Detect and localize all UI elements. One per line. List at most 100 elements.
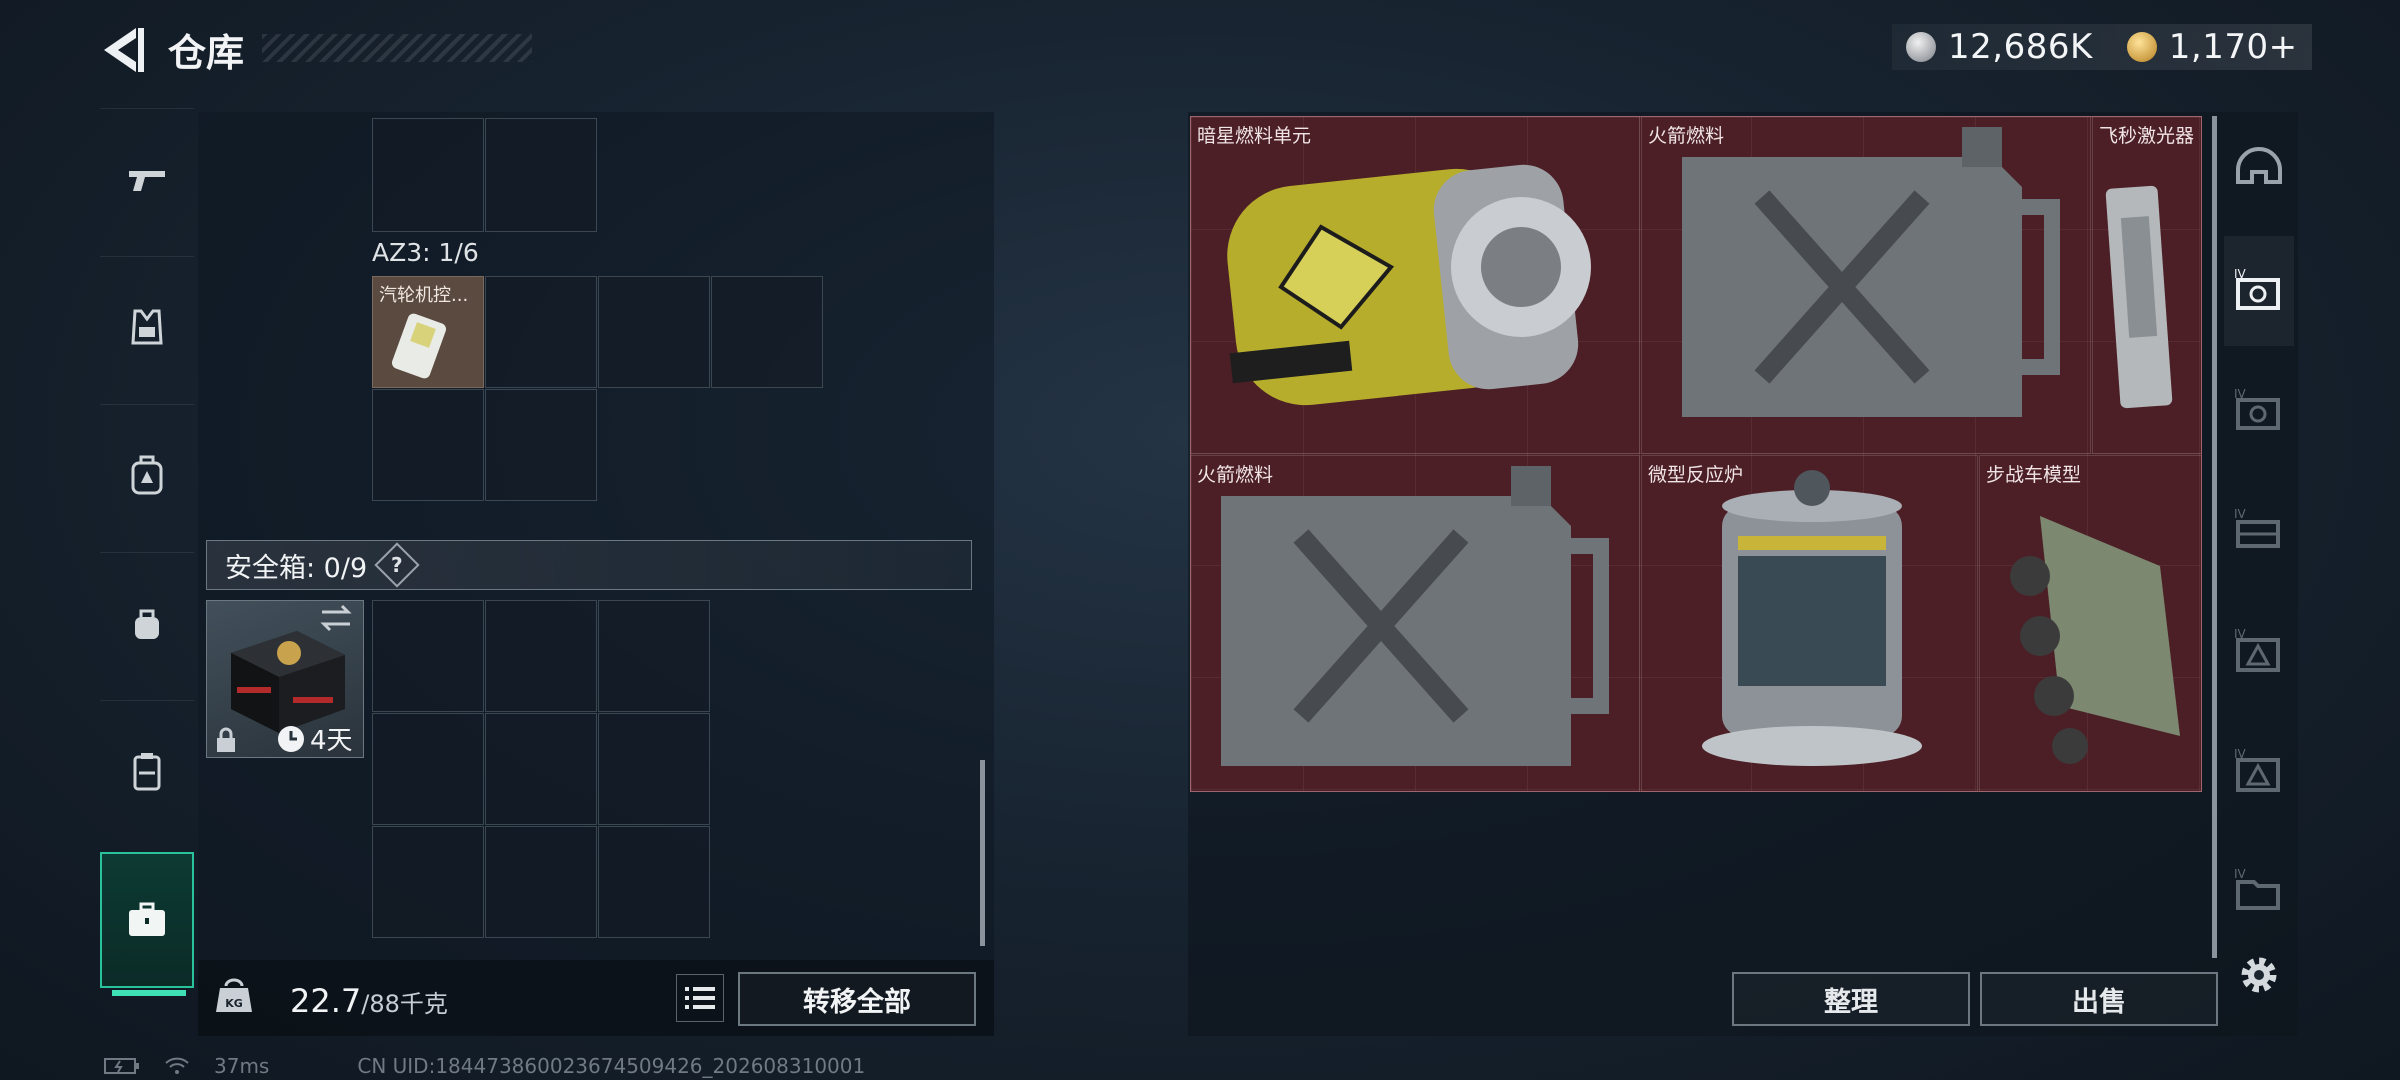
briefcase-icon [129,902,165,936]
safe-grid-cell[interactable] [485,713,597,825]
back-arrow-icon [104,28,144,72]
vehicle-model-image [2010,516,2180,764]
container-tab-1[interactable]: IV [2224,236,2294,346]
settings-gear-icon[interactable] [2234,950,2284,1000]
nav-weapons[interactable] [100,108,194,248]
tier4-safe-icon: IV [2234,387,2280,430]
safe-grid-cell[interactable] [372,600,484,712]
container-tab-2[interactable]: IV [2224,356,2294,466]
nav-storage[interactable] [100,852,194,996]
az3-container-label: AZ3: 1/6 [372,238,479,267]
tier4-container-icon: IV [2234,507,2280,548]
container-tab-5[interactable]: IV [2224,716,2294,826]
weight-current: 22.7 [290,982,362,1020]
weight-max: /88千克 [361,990,448,1018]
container-tab-3[interactable]: IV [2224,476,2294,586]
bag-icon [135,609,159,639]
nav-vest[interactable] [100,256,194,396]
safe-box-label: 安全箱: 0/9 [225,552,368,584]
fuel-cell-image [1227,164,1591,406]
silver-amount: 12,686K [1948,27,2093,67]
help-button[interactable]: ? [374,542,420,588]
safe-grid-cell[interactable] [372,713,484,825]
item-name: 火箭燃料 [1197,464,1274,486]
safe-grid-cell[interactable] [598,826,710,938]
safe-grid-cell[interactable] [485,826,597,938]
sell-button[interactable]: 出售 [1980,972,2218,1026]
item-name: 火箭燃料 [1648,125,1725,147]
svg-text:IV: IV [2234,867,2247,881]
ping-value: 37ms [214,1054,270,1078]
timer-value: 4天 [310,726,353,756]
weight-icon: KG [216,978,252,1012]
item-name: 汽轮机控... [379,285,469,306]
page-title: 仓库 [168,31,245,75]
transfer-all-button[interactable]: 转移全部 [738,972,976,1026]
safe-grid-cell[interactable] [485,600,597,712]
help-icon: ? [391,552,403,577]
swap-icon[interactable] [318,604,354,632]
inventory-scrollbar[interactable] [980,760,985,946]
stash-item-rocket-fuel-2[interactable]: 火箭燃料 [1190,455,1640,792]
list-icon [685,987,715,1009]
item-name: 微型反应炉 [1648,464,1744,486]
silver-coin-icon [1906,32,1936,62]
lock-icon [217,727,235,752]
fuel-can-image [1682,127,2060,417]
nav-active-indicator [112,990,186,996]
fuel-can-image [1221,466,1609,766]
grid-cell[interactable] [372,118,484,232]
weight-display: 22.7/88千克 [290,982,448,1020]
tier4-folder-icon: IV [2234,867,2280,910]
grid-cell[interactable] [372,389,484,501]
vest-icon [131,309,163,344]
nav-case[interactable] [100,700,194,840]
tier4-safe-icon: IV [2234,267,2280,310]
reactor-image [1702,470,1922,766]
gun-icon [129,170,165,191]
stash-item-darkstar-fuel[interactable]: 暗星燃料单元 [1190,116,1640,454]
case-icon [133,752,161,790]
back-button[interactable] [96,24,148,76]
container-tab-4[interactable]: IV [2224,596,2294,706]
container-tab-6[interactable]: IV [2224,836,2294,946]
grid-cell[interactable] [485,118,597,232]
left-nav [100,108,194,1008]
gold-coin-icon [2126,32,2157,62]
stash-item-micro-reactor[interactable]: 微型反应炉 [1641,455,1978,792]
laser-image [2105,185,2173,409]
nav-bag[interactable] [100,552,194,692]
battery-icon [104,1058,139,1074]
currency-bar: 12,686K 1,170+ [1892,24,2312,70]
backpack-icon [131,455,163,494]
nav-backpack[interactable] [100,404,194,544]
grid-cell[interactable] [711,276,823,388]
az3-item-turbine[interactable]: 汽轮机控... [372,276,484,388]
safe-grid-cell[interactable] [598,713,710,825]
grid-cell[interactable] [598,276,710,388]
clock-icon [278,725,304,752]
svg-text:IV: IV [2234,507,2247,521]
wifi-icon [165,1057,189,1074]
svg-text:KG: KG [225,997,243,1010]
safe-grid-cell[interactable] [598,600,710,712]
grid-cell[interactable] [485,276,597,388]
helmet-icon [2236,147,2282,184]
grid-cell[interactable] [485,389,597,501]
stash-item-ifv-model[interactable]: 步战车模型 [1979,455,2202,792]
item-name: 飞秒激光器 [2099,125,2195,147]
uid-text: CN UID:18447386002367450942​6_2026083100… [357,1054,866,1078]
sort-button[interactable]: 整理 [1732,972,1970,1026]
list-view-button[interactable] [676,974,724,1022]
item-name: 暗星燃料单元 [1197,125,1312,147]
container-tab-helmet[interactable] [2224,116,2294,226]
tier4-triangle-icon: IV [2234,627,2280,672]
stash-item-rocket-fuel[interactable]: 火箭燃料 [1641,116,2091,454]
stash-item-femtosecond-laser[interactable]: 飞秒激光器 [2092,116,2202,454]
gold-amount: 1,170+ [2168,27,2298,67]
title-decoration [262,34,532,62]
item-name: 步战车模型 [1986,464,2082,486]
tier4-triangle-icon: IV [2234,747,2280,792]
stash-scrollbar[interactable] [2212,116,2217,958]
safe-grid-cell[interactable] [372,826,484,938]
